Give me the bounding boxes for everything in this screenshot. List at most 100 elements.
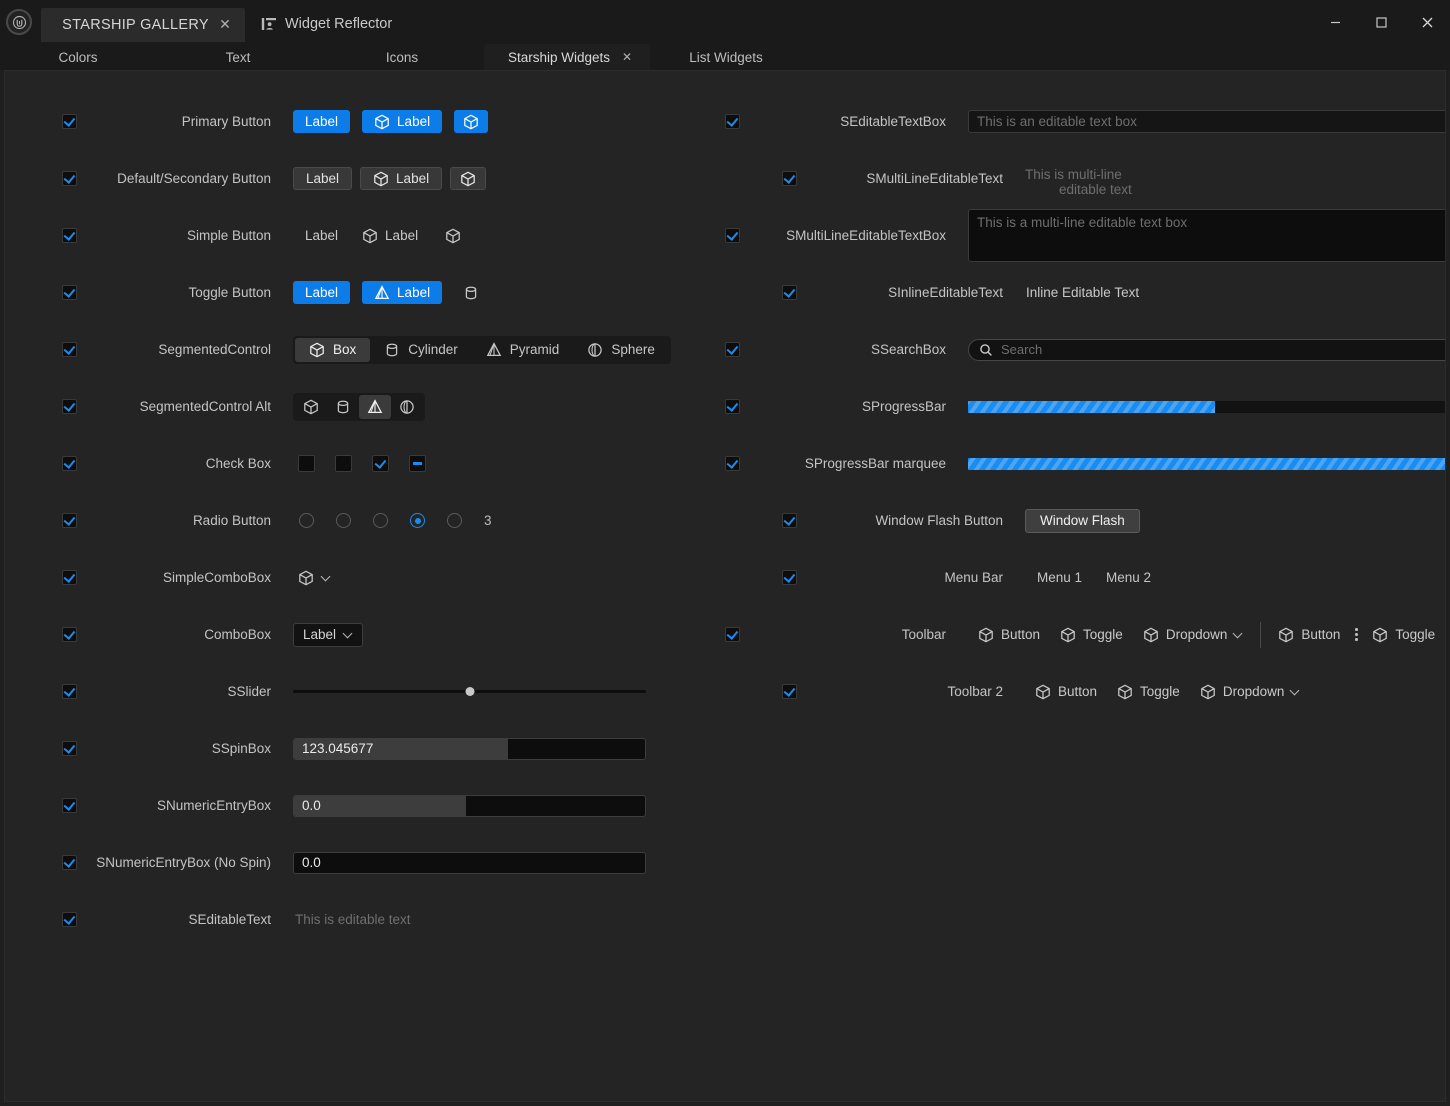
row-enable-checkbox[interactable] xyxy=(725,456,740,471)
segment-cylinder[interactable] xyxy=(327,395,359,419)
primary-button-icon-only[interactable] xyxy=(454,110,489,133)
segment-box[interactable] xyxy=(295,395,327,419)
multiline-editable-text-box[interactable]: This is a multi-line editable text box xyxy=(968,209,1445,262)
vertical-dots-icon[interactable] xyxy=(1445,622,1446,648)
button-label: Window Flash xyxy=(1040,513,1125,528)
numeric-entry-box[interactable]: 0.0 xyxy=(293,794,646,817)
toolbar-button[interactable]: Button xyxy=(968,622,1050,648)
toggle-button-label[interactable]: Label xyxy=(293,281,351,304)
checkbox-indeterminate[interactable] xyxy=(409,455,426,472)
toggle-button-icon-label[interactable]: Label xyxy=(362,281,443,304)
tab-colors[interactable]: Colors xyxy=(0,44,156,70)
button-label: Label xyxy=(306,171,340,186)
toolbar-toggle-2[interactable]: Toggle xyxy=(1362,622,1445,648)
slider[interactable] xyxy=(293,683,646,701)
toolbar-button-2[interactable]: Button xyxy=(1268,622,1350,648)
row-enable-checkbox[interactable] xyxy=(725,114,740,129)
inline-editable-text-value[interactable]: Inline Editable Text xyxy=(1026,285,1139,300)
major-tab-starship-gallery[interactable]: STARSHIP GALLERY ✕ xyxy=(41,7,245,42)
simple-button-icon-label[interactable]: Label xyxy=(356,224,424,247)
row-enable-checkbox[interactable] xyxy=(782,570,797,585)
maximize-button[interactable] xyxy=(1358,0,1404,44)
search-box[interactable]: Search xyxy=(968,338,1445,361)
row-enable-checkbox[interactable] xyxy=(62,285,77,300)
toolbar2-dropdown[interactable]: Dropdown xyxy=(1190,679,1311,705)
simple-button-label[interactable]: Label xyxy=(299,224,344,247)
segment-box[interactable]: Box xyxy=(295,337,371,362)
tab-text[interactable]: Text xyxy=(156,44,320,70)
spinbox[interactable]: 123.045677 xyxy=(293,737,646,760)
row-enable-checkbox[interactable] xyxy=(62,855,77,870)
close-icon[interactable]: ✕ xyxy=(622,50,632,64)
toolbar2-toggle[interactable]: Toggle xyxy=(1107,679,1190,705)
widget-reflector-entry[interactable]: Widget Reflector xyxy=(261,16,392,32)
menu-item-menu-1[interactable]: Menu 1 xyxy=(1037,570,1082,585)
row-enable-checkbox[interactable] xyxy=(62,342,77,357)
window-flash-button[interactable]: Window Flash xyxy=(1025,508,1140,533)
radio-2[interactable] xyxy=(373,513,388,528)
editable-text-box[interactable]: This is an editable text box xyxy=(968,110,1445,133)
menu-item-menu-2[interactable]: Menu 2 xyxy=(1106,570,1151,585)
segment-pyramid[interactable]: Pyramid xyxy=(472,338,574,362)
multiline-editable-text[interactable]: This is multi-line editable text xyxy=(1025,167,1132,197)
numeric-entry-box-no-spin[interactable]: 0.0 xyxy=(293,851,646,874)
radio-1[interactable] xyxy=(336,513,351,528)
cylinder-icon xyxy=(384,342,400,358)
secondary-button-icon-only[interactable] xyxy=(450,167,487,190)
editable-text-value[interactable]: This is editable text xyxy=(295,912,411,927)
row-enable-checkbox[interactable] xyxy=(62,399,77,414)
close-button[interactable] xyxy=(1404,0,1450,44)
row-enable-checkbox[interactable] xyxy=(62,798,77,813)
row-enable-checkbox[interactable] xyxy=(782,684,797,699)
segment-sphere[interactable]: Sphere xyxy=(573,338,669,362)
checkbox-checked[interactable] xyxy=(372,455,389,472)
segment-cylinder[interactable]: Cylinder xyxy=(370,338,472,362)
toggle-button-icon-only[interactable] xyxy=(454,281,488,304)
secondary-button-label[interactable]: Label xyxy=(293,167,353,190)
simple-button-icon-only[interactable] xyxy=(436,224,470,247)
toolbar2-button[interactable]: Button xyxy=(1025,679,1107,705)
primary-button-icon-label[interactable]: Label xyxy=(362,110,443,133)
radio-3[interactable] xyxy=(410,513,425,528)
row-enable-checkbox[interactable] xyxy=(782,513,797,528)
combobox[interactable]: Label xyxy=(293,622,364,647)
minimize-button[interactable] xyxy=(1312,0,1358,44)
tab-icons[interactable]: Icons xyxy=(320,44,484,70)
row-enable-checkbox[interactable] xyxy=(62,456,77,471)
toolbar-dropdown[interactable]: Dropdown xyxy=(1133,622,1254,648)
row-enable-checkbox[interactable] xyxy=(725,228,740,243)
segment-sphere[interactable] xyxy=(391,395,423,419)
right-column: SEditableTextBox This is an editable tex… xyxy=(725,93,1445,948)
primary-button-label[interactable]: Label xyxy=(293,110,351,133)
secondary-button-icon-label[interactable]: Label xyxy=(360,167,443,190)
radio-4[interactable] xyxy=(447,513,462,528)
radio-0[interactable] xyxy=(299,513,314,528)
button-label: Label xyxy=(305,114,339,129)
toolbar-toggle[interactable]: Toggle xyxy=(1050,622,1133,648)
progress-bar-marquee-fill xyxy=(968,457,1445,470)
vertical-dots-icon[interactable] xyxy=(1350,622,1362,648)
row-enable-checkbox[interactable] xyxy=(62,513,77,528)
row-enable-checkbox[interactable] xyxy=(62,627,77,642)
row-enable-checkbox[interactable] xyxy=(62,912,77,927)
row-enable-checkbox[interactable] xyxy=(725,399,740,414)
row-enable-checkbox[interactable] xyxy=(62,171,77,186)
row-enable-checkbox[interactable] xyxy=(725,627,740,642)
row-enable-checkbox[interactable] xyxy=(725,342,740,357)
row-enable-checkbox[interactable] xyxy=(62,741,77,756)
checkbox-unchecked-1[interactable] xyxy=(298,455,315,472)
row-enable-checkbox[interactable] xyxy=(62,114,77,129)
row-enable-checkbox[interactable] xyxy=(62,570,77,585)
simple-combobox[interactable] xyxy=(298,570,331,586)
row-enable-checkbox[interactable] xyxy=(62,684,77,699)
close-icon[interactable]: ✕ xyxy=(212,12,238,38)
slider-thumb[interactable] xyxy=(465,687,474,696)
row-enable-checkbox[interactable] xyxy=(782,171,797,186)
row-enable-checkbox[interactable] xyxy=(62,228,77,243)
segment-pyramid[interactable] xyxy=(359,394,391,419)
tab-list-widgets[interactable]: List Widgets xyxy=(650,44,802,70)
tab-starship-widgets[interactable]: Starship Widgets ✕ xyxy=(484,44,650,70)
row-enable-checkbox[interactable] xyxy=(782,285,797,300)
checkbox-unchecked-2[interactable] xyxy=(335,455,352,472)
toolbar: Button Toggle Dropdown Button Toggle xyxy=(968,621,1446,648)
